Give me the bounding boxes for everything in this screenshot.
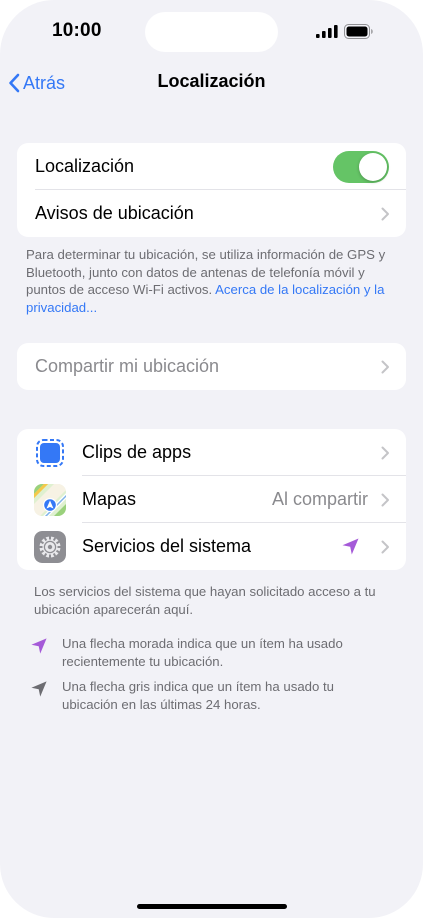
gray-location-arrow-icon (31, 681, 47, 697)
toggle-knob (359, 153, 387, 181)
app-label-clips: Clips de apps (82, 442, 192, 462)
location-toggle[interactable] (333, 151, 389, 183)
app-clips-icon (34, 437, 66, 469)
maps-permission-value: Al compartir (271, 489, 368, 509)
location-settings-group: Localización Avisos de ubicación (17, 143, 406, 237)
maps-icon (34, 484, 66, 516)
share-location-label: Compartir mi ubicación (35, 356, 220, 376)
legend-purple-text: Una flecha morada indica que un ítem ha … (62, 636, 343, 669)
app-label-maps: Mapas (82, 489, 137, 509)
app-row-clips[interactable]: Clips de apps (17, 429, 406, 476)
location-alerts-label: Avisos de ubicación (35, 203, 194, 223)
share-location-row[interactable]: Compartir mi ubicación (17, 343, 406, 390)
home-indicator[interactable] (137, 904, 287, 909)
status-time: 10:00 (52, 20, 102, 41)
chevron-right-icon (381, 493, 389, 506)
share-location-group: Compartir mi ubicación (17, 343, 406, 390)
location-alerts-row[interactable]: Avisos de ubicación (17, 190, 406, 237)
app-row-maps[interactable]: Mapas Al compartir (17, 476, 406, 523)
system-services-footnote: Los servicios del sistema que hayan soli… (34, 584, 376, 617)
cellular-signal-icon (316, 25, 338, 38)
purple-location-arrow-icon (31, 638, 47, 654)
status-bar: 10:00 (0, 0, 423, 60)
chevron-right-icon (381, 360, 389, 373)
location-toggle-row: Localización (17, 143, 406, 190)
location-toggle-label: Localización (35, 156, 135, 176)
phone-screen: 10:00 Atrás Localización Localización Av… (0, 0, 423, 918)
app-row-system-services[interactable]: Servicios del sistema (17, 523, 406, 570)
chevron-right-icon (381, 540, 389, 553)
dynamic-island (145, 12, 278, 52)
app-label-system-services: Servicios del sistema (82, 536, 252, 556)
chevron-right-icon (381, 207, 389, 220)
chevron-right-icon (381, 446, 389, 459)
apps-group: Clips de apps Mapas Al compartir Servici… (17, 429, 406, 570)
navigation-bar: Atrás Localización (0, 62, 423, 102)
page-title: Localización (157, 71, 266, 91)
location-footnote: Para determinar tu ubicación, se utiliza… (26, 246, 398, 316)
legend-gray-text: Una flecha gris indica que un ítem ha us… (62, 679, 334, 712)
battery-icon (344, 24, 373, 39)
purple-location-arrow-icon (342, 538, 359, 555)
settings-gear-icon (34, 531, 66, 563)
